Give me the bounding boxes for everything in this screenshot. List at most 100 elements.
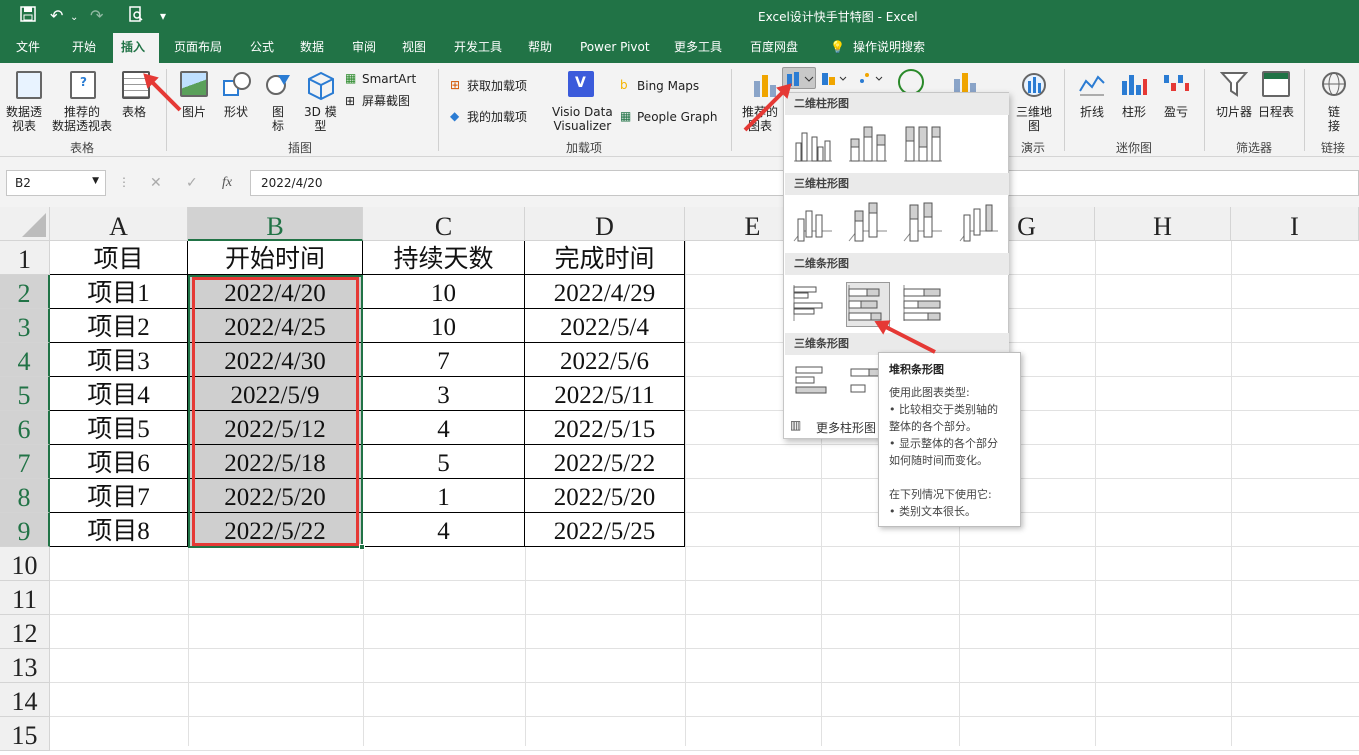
table-cell[interactable]: 项目3 bbox=[50, 343, 188, 377]
more-column-charts-link[interactable]: 更多柱形图 bbox=[816, 419, 876, 436]
table-cell[interactable]: 项目6 bbox=[50, 445, 188, 479]
get-addins-button[interactable]: 获取加载项 bbox=[467, 79, 527, 93]
table-cell[interactable]: 5 bbox=[363, 445, 525, 479]
customize-icon[interactable]: ▾ bbox=[160, 6, 166, 26]
sparkline-column-button[interactable]: 柱形 bbox=[1122, 105, 1146, 119]
save-icon[interactable] bbox=[20, 6, 36, 27]
row-header[interactable]: 5 bbox=[0, 377, 50, 411]
table-cell[interactable]: 2022/5/11 bbox=[525, 377, 685, 411]
tab-formulas[interactable]: 公式 bbox=[242, 33, 282, 63]
table-cell[interactable]: 7 bbox=[363, 343, 525, 377]
redo-icon[interactable]: ↷ bbox=[90, 6, 103, 26]
table-cell[interactable]: 10 bbox=[363, 275, 525, 309]
table-header-cell[interactable]: 开始时间 bbox=[188, 241, 363, 275]
table-cell[interactable]: 项目7 bbox=[50, 479, 188, 513]
table-cell[interactable]: 2022/5/15 bbox=[525, 411, 685, 445]
row-header[interactable]: 9 bbox=[0, 513, 50, 547]
table-cell[interactable]: 1 bbox=[363, 479, 525, 513]
table-header-cell[interactable]: 项目 bbox=[50, 241, 188, 275]
undo-dropdown-icon[interactable]: ⌄ bbox=[70, 8, 78, 28]
chevron-down-icon[interactable]: ▼ bbox=[92, 176, 99, 186]
row-header[interactable]: 11 bbox=[0, 581, 50, 615]
slicer-button[interactable]: 切片器 bbox=[1216, 105, 1252, 119]
clustered-bar-option[interactable] bbox=[792, 283, 834, 326]
tab-more-tools[interactable]: 更多工具 bbox=[666, 33, 730, 63]
row-header[interactable]: 14 bbox=[0, 683, 50, 717]
table-cell[interactable]: 项目5 bbox=[50, 411, 188, 445]
table-cell[interactable]: 2022/5/25 bbox=[525, 513, 685, 547]
3d-clustered-column-option[interactable] bbox=[792, 201, 834, 248]
column-header[interactable]: I bbox=[1231, 207, 1359, 241]
shapes-button[interactable]: 形状 bbox=[224, 105, 248, 119]
table-cell[interactable]: 3 bbox=[363, 377, 525, 411]
3d-stacked-column-option[interactable] bbox=[847, 201, 889, 248]
row-header[interactable]: 7 bbox=[0, 445, 50, 479]
icons-button[interactable]: 图 标 bbox=[272, 105, 284, 133]
row-header[interactable]: 13 bbox=[0, 649, 50, 683]
cancel-icon[interactable]: ✕ bbox=[150, 175, 162, 191]
table-cell[interactable]: 2022/4/29 bbox=[525, 275, 685, 309]
3d-model-button[interactable]: 3D 模 型 bbox=[304, 105, 337, 133]
pictures-button[interactable]: 图片 bbox=[182, 105, 206, 119]
sparkline-winloss-button[interactable]: 盈亏 bbox=[1164, 105, 1188, 119]
table-cell[interactable]: 项目2 bbox=[50, 309, 188, 343]
name-box[interactable]: B2 ▼ bbox=[6, 170, 106, 196]
tab-baidu-netdisk[interactable]: 百度网盘 bbox=[742, 33, 806, 63]
clustered-column-option[interactable] bbox=[792, 123, 834, 166]
table-cell[interactable]: 2022/5/6 bbox=[525, 343, 685, 377]
table-cell[interactable]: 项目8 bbox=[50, 513, 188, 547]
row-header[interactable]: 12 bbox=[0, 615, 50, 649]
visio-button[interactable]: Visio Data Visualizer bbox=[552, 105, 613, 133]
row-header[interactable]: 8 bbox=[0, 479, 50, 513]
column-header[interactable]: B bbox=[188, 207, 363, 241]
scatter-chart-button[interactable] bbox=[856, 69, 886, 89]
undo-icon[interactable]: ↶ bbox=[50, 6, 63, 26]
column-header[interactable]: A bbox=[50, 207, 188, 241]
select-all-button[interactable] bbox=[0, 207, 50, 241]
100-stacked-column-option[interactable] bbox=[902, 123, 944, 166]
row-header[interactable]: 2 bbox=[0, 275, 50, 309]
timeline-button[interactable]: 日程表 bbox=[1258, 105, 1294, 119]
tab-home[interactable]: 开始 bbox=[64, 33, 104, 63]
table-cell[interactable]: 4 bbox=[363, 411, 525, 445]
3d-clustered-bar-option[interactable] bbox=[792, 363, 834, 406]
link-button[interactable]: 链 接 bbox=[1328, 105, 1340, 133]
row-header[interactable]: 3 bbox=[0, 309, 50, 343]
3d-map-button[interactable]: 三维地 图 bbox=[1016, 105, 1052, 133]
table-cell[interactable]: 10 bbox=[363, 309, 525, 343]
column-header[interactable]: C bbox=[363, 207, 525, 241]
100-stacked-bar-option[interactable] bbox=[902, 283, 944, 326]
table-header-cell[interactable]: 持续天数 bbox=[363, 241, 525, 275]
table-header-cell[interactable]: 完成时间 bbox=[525, 241, 685, 275]
tell-me-search[interactable]: 操作说明搜索 bbox=[845, 33, 933, 63]
row-header[interactable]: 4 bbox=[0, 343, 50, 377]
tab-review[interactable]: 审阅 bbox=[344, 33, 384, 63]
bing-maps-button[interactable]: Bing Maps bbox=[637, 79, 699, 93]
table-cell[interactable]: 2022/5/22 bbox=[525, 445, 685, 479]
screenshot-button[interactable]: 屏幕截图 bbox=[362, 94, 410, 108]
tab-insert[interactable]: 插入 bbox=[113, 33, 159, 63]
table-cell[interactable]: 4 bbox=[363, 513, 525, 547]
table-cell[interactable]: 2022/5/20 bbox=[525, 479, 685, 513]
tab-data[interactable]: 数据 bbox=[292, 33, 332, 63]
tab-developer[interactable]: 开发工具 bbox=[446, 33, 510, 63]
tab-view[interactable]: 视图 bbox=[394, 33, 434, 63]
stacked-column-option[interactable] bbox=[847, 123, 889, 166]
3d-100-stacked-column-option[interactable] bbox=[902, 201, 944, 248]
row-header[interactable]: 10 bbox=[0, 547, 50, 581]
insert-function-icon[interactable]: fx bbox=[222, 175, 232, 191]
column-header[interactable]: H bbox=[1095, 207, 1231, 241]
enter-icon[interactable]: ✓ bbox=[186, 175, 198, 191]
people-graph-button[interactable]: People Graph bbox=[637, 110, 718, 124]
fill-handle[interactable] bbox=[359, 544, 365, 550]
table-cell[interactable]: 项目1 bbox=[50, 275, 188, 309]
pivot-table-button[interactable]: 数据透 视表 bbox=[6, 105, 42, 133]
tab-page-layout[interactable]: 页面布局 bbox=[166, 33, 230, 63]
column-header[interactable]: D bbox=[525, 207, 685, 241]
my-addins-button[interactable]: 我的加载项 bbox=[467, 110, 527, 124]
smartart-button[interactable]: SmartArt bbox=[362, 72, 416, 86]
3d-column-option[interactable] bbox=[958, 201, 1000, 248]
table-button[interactable]: 表格 bbox=[122, 105, 146, 119]
tab-help[interactable]: 帮助 bbox=[520, 33, 560, 63]
row-header[interactable]: 6 bbox=[0, 411, 50, 445]
